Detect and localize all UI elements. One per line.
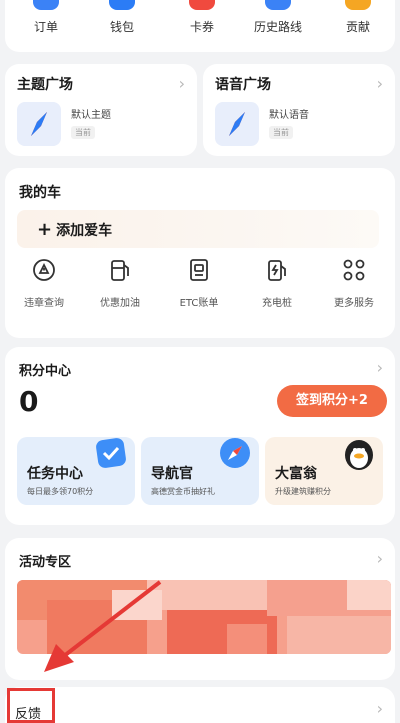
task-center-card[interactable]: 任务中心 每日最多领70积分 <box>17 437 135 505</box>
sign-in-button[interactable]: 签到积分+2 <box>277 385 387 417</box>
chevron-right-icon[interactable]: › <box>377 358 383 377</box>
activity-banner[interactable] <box>17 580 391 654</box>
violation-query-icon <box>33 259 55 281</box>
quick-actions-bar: 订单 钱包 卡券 历史路线 贡献 <box>5 0 395 52</box>
service-label: 违章查询 <box>24 298 64 309</box>
service-label: 充电桩 <box>262 298 292 309</box>
etc-bill-icon <box>190 259 208 281</box>
points-title[interactable]: 积分中心 <box>19 360 71 379</box>
theme-tag: 当前 <box>71 126 95 139</box>
service-label: ETC账单 <box>179 298 219 309</box>
chevron-right-icon[interactable]: › <box>377 549 383 568</box>
order-label: 订单 <box>33 20 58 34</box>
coupon-label: 卡券 <box>189 20 214 34</box>
more-services-icon <box>343 259 365 281</box>
task-title: 任务中心 <box>27 466 83 482</box>
theme-name: 默认主题 <box>71 110 111 121</box>
monopoly-card[interactable]: 大富翁 升级建筑赚积分 <box>265 437 383 505</box>
chevron-right-icon: › <box>178 74 185 93</box>
activity-card: 活动专区 › <box>5 538 395 680</box>
service-label: 优惠加油 <box>100 298 140 309</box>
add-car-label: 添加爱车 <box>56 223 113 239</box>
contribution-icon <box>345 0 371 10</box>
service-label: 更多服务 <box>334 298 374 309</box>
service-charging[interactable]: 充电桩 <box>246 256 308 309</box>
compass-voice-icon <box>215 102 259 146</box>
order-button[interactable]: 订单 <box>11 0 81 35</box>
service-etc-bill[interactable]: ETC账单 <box>168 256 230 309</box>
task-subtitle: 每日最多领70积分 <box>27 487 94 496</box>
voice-tag: 当前 <box>269 126 293 139</box>
task-check-icon <box>96 438 126 468</box>
task-title: 大富翁 <box>275 466 317 482</box>
voice-square-card[interactable]: 语音广场 › 默认语音 当前 <box>203 64 395 156</box>
task-subtitle: 高德赏金币抽好礼 <box>151 487 215 496</box>
compass-icon <box>220 438 250 468</box>
history-route-label: 历史路线 <box>253 20 302 34</box>
points-card: 积分中心 › 0 签到积分+2 任务中心 每日最多领70积分 导航官 高德赏金币… <box>5 347 395 525</box>
wallet-button[interactable]: 钱包 <box>87 0 157 35</box>
service-more[interactable]: 更多服务 <box>323 256 385 309</box>
chevron-right-icon: › <box>376 74 383 93</box>
coupon-button[interactable]: 卡券 <box>167 0 237 35</box>
wallet-label: 钱包 <box>109 20 134 34</box>
plus-icon: + <box>37 219 53 240</box>
my-car-title: 我的车 <box>19 185 61 201</box>
task-subtitle: 升级建筑赚积分 <box>275 487 331 496</box>
history-route-icon <box>265 0 291 10</box>
order-icon <box>33 0 59 10</box>
penguin-icon <box>345 440 373 470</box>
contribution-button[interactable]: 贡献 <box>323 0 393 35</box>
wallet-icon <box>109 0 135 10</box>
charging-icon <box>268 260 286 281</box>
points-value: 0 <box>19 385 39 418</box>
feedback-label: 反馈 <box>15 707 42 722</box>
voice-name: 默认语音 <box>269 110 309 121</box>
activity-title[interactable]: 活动专区 <box>19 551 71 570</box>
feedback-row[interactable]: 反馈 › <box>5 687 395 723</box>
chevron-right-icon: › <box>376 699 383 718</box>
coupon-icon <box>189 0 215 10</box>
history-route-button[interactable]: 历史路线 <box>243 0 313 35</box>
voice-square-title: 语音广场 <box>215 77 271 93</box>
fuel-icon <box>111 260 129 281</box>
my-car-card: 我的车 + 添加爱车 违章查询 优惠加油 ETC账单 充电桩 更多服务 <box>5 168 395 338</box>
theme-square-title: 主题广场 <box>17 77 73 93</box>
theme-square-card[interactable]: 主题广场 › 默认主题 当前 <box>5 64 197 156</box>
contribution-label: 贡献 <box>345 20 370 34</box>
navigator-card[interactable]: 导航官 高德赏金币抽好礼 <box>141 437 259 505</box>
task-title: 导航官 <box>151 466 193 482</box>
compass-theme-icon <box>17 102 61 146</box>
service-fuel[interactable]: 优惠加油 <box>89 256 151 309</box>
add-car-button[interactable]: + 添加爱车 <box>17 210 379 248</box>
service-violation-query[interactable]: 违章查询 <box>13 256 75 309</box>
